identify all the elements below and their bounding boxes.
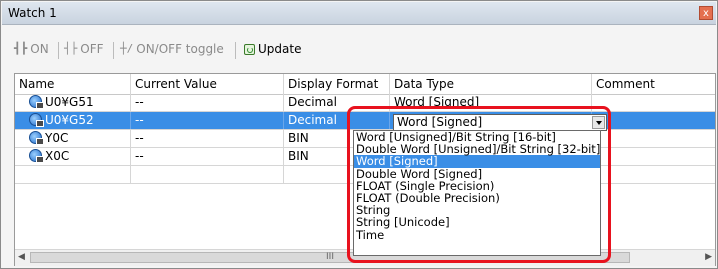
device-icon	[29, 113, 44, 127]
window-title: Watch 1	[8, 6, 57, 20]
scroll-left-icon[interactable]: ◀	[18, 252, 25, 262]
dropdown-option[interactable]: String [Unicode]	[354, 216, 600, 228]
device-name: Y0C	[45, 131, 69, 145]
comment-cell[interactable]	[592, 148, 715, 165]
name-cell: Y0C	[15, 130, 131, 147]
dropdown-option[interactable]: FLOAT (Double Precision)	[354, 192, 600, 204]
bit-off-icon: ┤├	[64, 42, 78, 55]
combobox-value: Word [Signed]	[397, 115, 483, 129]
toolbar: ┫┣ ON ┤├ OFF ┼/ ON/OFF toggle Update	[2, 37, 716, 63]
on-button[interactable]: ┫┣ ON	[14, 42, 49, 56]
toggle-label: ON/OFF toggle	[136, 42, 224, 56]
title-bar: Watch 1 x	[2, 2, 716, 25]
update-label: Update	[258, 42, 302, 56]
column-header-data-type[interactable]: Data Type	[390, 74, 592, 94]
update-icon	[244, 43, 255, 55]
on-label: ON	[30, 42, 49, 56]
comment-cell[interactable]	[592, 166, 715, 183]
on-off-toggle-button[interactable]: ┼/ ON/OFF toggle	[120, 42, 224, 56]
current-value-cell[interactable]: --	[131, 148, 284, 165]
current-value-cell[interactable]	[131, 166, 284, 183]
comment-cell[interactable]	[592, 112, 715, 129]
device-name: U0¥G52	[45, 113, 94, 127]
scroll-right-icon[interactable]: ▶	[705, 252, 712, 262]
off-button[interactable]: ┤├ OFF	[64, 42, 104, 56]
display-format-cell[interactable]: Decimal	[284, 112, 390, 129]
current-value-cell[interactable]: --	[131, 130, 284, 147]
data-type-cell[interactable]: Word [Signed]	[390, 94, 592, 111]
toolbar-divider	[58, 42, 59, 59]
toolbar-divider	[113, 42, 114, 59]
column-header-comment[interactable]: Comment	[592, 74, 715, 94]
device-icon	[29, 131, 44, 145]
column-header-name[interactable]: Name	[15, 74, 131, 94]
close-button[interactable]: x	[699, 6, 713, 20]
name-cell: U0¥G51	[15, 94, 131, 111]
data-type-combobox[interactable]: Word [Signed]	[393, 114, 607, 131]
current-value-cell[interactable]: --	[131, 94, 284, 111]
bit-on-icon: ┫┣	[14, 42, 28, 55]
device-icon	[29, 149, 44, 163]
toolbar-divider	[235, 42, 236, 59]
table-row[interactable]: U0¥G51 -- Decimal Word [Signed]	[15, 94, 715, 112]
comment-cell[interactable]	[592, 130, 715, 147]
name-cell: X0C	[15, 148, 131, 165]
dropdown-option[interactable]: Double Word [Signed]	[354, 167, 600, 179]
off-label: OFF	[80, 42, 104, 56]
name-cell: U0¥G52	[15, 112, 131, 129]
column-header-display-format[interactable]: Display Format	[284, 74, 390, 94]
comment-cell[interactable]	[592, 94, 715, 111]
display-format-cell[interactable]: Decimal	[284, 94, 390, 111]
dropdown-option-highlighted[interactable]: Word [Signed]	[354, 155, 600, 168]
data-type-dropdown-list: Word [Unsigned]/Bit String [16-bit] Doub…	[353, 130, 601, 256]
table-row-selected[interactable]: U0¥G52 -- Decimal	[15, 112, 715, 130]
name-cell[interactable]	[15, 166, 131, 183]
device-name: X0C	[45, 149, 70, 163]
update-button[interactable]: Update	[244, 42, 301, 56]
chevron-down-icon[interactable]	[592, 116, 605, 129]
device-icon	[29, 95, 44, 109]
current-value-cell[interactable]: --	[131, 112, 284, 129]
column-header-current-value[interactable]: Current Value	[131, 74, 284, 94]
toggle-icon: ┼/	[120, 42, 134, 55]
device-name: U0¥G51	[45, 95, 94, 109]
dropdown-option[interactable]: Time	[354, 228, 600, 240]
table-header: Name Current Value Display Format Data T…	[15, 74, 715, 95]
